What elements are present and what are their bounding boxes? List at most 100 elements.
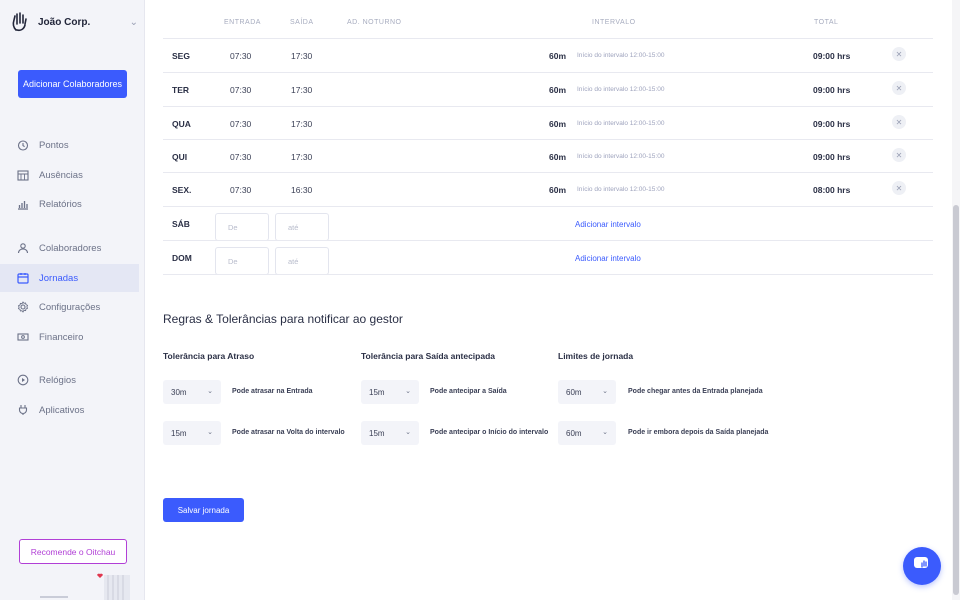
sidebar-item-label: Aplicativos (39, 404, 85, 416)
save-schedule-button[interactable]: Salvar jornada (163, 498, 244, 522)
rule-description: Pode atrasar na Volta do intervalo (232, 429, 345, 436)
rule-group-heading: Tolerância para Saída antecipada (361, 351, 496, 361)
chevron-down-icon: ⌄ (405, 429, 411, 436)
calendar-grid-icon (16, 168, 30, 182)
sidebar-item-ausencias[interactable]: Ausências (0, 161, 139, 189)
entry-time[interactable]: 07:30 (230, 119, 251, 129)
select-value: 15m (369, 387, 385, 397)
rule-description: Pode chegar antes da Entrada planejada (628, 388, 763, 395)
chevron-down-icon: ⌄ (602, 388, 608, 395)
sidebar-item-label: Ausências (39, 169, 83, 181)
chevron-down-icon: ⌄ (207, 429, 213, 436)
sidebar-item-pontos[interactable]: Pontos (0, 131, 139, 159)
table-row[interactable]: QUA 07:30 17:30 60m Início do intervalo … (163, 106, 933, 140)
hand-logo-icon (10, 11, 30, 33)
company-switcher[interactable]: João Corp. ⌄ (10, 10, 138, 34)
sidebar-item-label: Relógios (39, 374, 76, 386)
add-interval-link[interactable]: Adicionar intervalo (575, 220, 641, 229)
scrollbar-thumb[interactable] (953, 205, 959, 595)
company-name: João Corp. (38, 16, 91, 28)
sidebar-item-jornadas[interactable]: Jornadas (0, 264, 139, 292)
break-window: Início do intervalo 12:00-15:00 (577, 153, 665, 160)
close-icon[interactable]: ✕ (892, 115, 906, 129)
total-hours: 09:00 hrs (813, 51, 851, 61)
arrive-early-select[interactable]: 60m ⌄ (558, 380, 616, 404)
chevron-down-icon[interactable]: ⌄ (130, 17, 138, 28)
start-time-input[interactable]: De (215, 213, 269, 241)
calendar-icon (16, 271, 30, 285)
table-row-empty[interactable]: DOM De até Adicionar intervalo (163, 240, 933, 275)
table-row-empty[interactable]: SÁB De até Adicionar intervalo (163, 206, 933, 241)
sidebar-item-aplicativos[interactable]: Aplicativos (0, 396, 139, 424)
sidebar-item-label: Jornadas (39, 272, 79, 284)
table-row[interactable]: TER 07:30 17:30 60m Início do intervalo … (163, 72, 933, 106)
close-icon[interactable]: ✕ (892, 148, 906, 162)
sidebar-item-colaboradores[interactable]: Colaboradores (0, 234, 139, 262)
late-entry-select[interactable]: 30m ⌄ (163, 380, 221, 404)
users-icon (16, 241, 30, 255)
sidebar-item-label: Colaboradores (39, 242, 102, 254)
break-window: Início do intervalo 12:00-15:00 (577, 52, 665, 59)
late-return-select[interactable]: 15m ⌄ (163, 421, 221, 445)
select-value: 60m (566, 428, 582, 438)
sidebar-item-relatorios[interactable]: Relatórios (0, 190, 139, 218)
select-value: 30m (171, 387, 187, 397)
total-hours: 08:00 hrs (813, 185, 851, 195)
sidebar-item-relogios[interactable]: Relógios (0, 366, 139, 394)
table-row[interactable]: QUI 07:30 17:30 60m Início do intervalo … (163, 139, 933, 173)
exit-time[interactable]: 17:30 (291, 51, 312, 61)
add-interval-link[interactable]: Adicionar intervalo (575, 254, 641, 263)
add-employees-button[interactable]: Adicionar Colaboradores (18, 70, 127, 98)
exit-time[interactable]: 17:30 (291, 119, 312, 129)
exit-time[interactable]: 17:30 (291, 85, 312, 95)
day-label: SEX. (172, 185, 192, 195)
early-break-select[interactable]: 15m ⌄ (361, 421, 419, 445)
gear-icon (16, 300, 30, 314)
table-row[interactable]: SEG 07:30 17:30 60m Início do intervalo … (163, 38, 933, 72)
break-duration: 60m (549, 185, 567, 195)
select-value: 15m (369, 428, 385, 438)
chat-launcher-button[interactable] (903, 547, 941, 585)
exit-time[interactable]: 17:30 (291, 152, 312, 162)
select-value: 60m (566, 387, 582, 397)
sidebar-item-label: Relatórios (39, 198, 82, 210)
early-exit-select[interactable]: 15m ⌄ (361, 380, 419, 404)
chart-icon (16, 197, 30, 211)
recommend-button[interactable]: Recomende o Oitchau (19, 539, 127, 564)
chat-icon (912, 554, 932, 579)
money-icon (16, 330, 30, 344)
exit-time[interactable]: 16:30 (291, 185, 312, 195)
close-icon[interactable]: ✕ (892, 81, 906, 95)
entry-time[interactable]: 07:30 (230, 51, 251, 61)
main-content: ENTRADA SAÍDA AD. NOTURNO INTERVALO TOTA… (146, 0, 952, 600)
divider (163, 274, 933, 275)
break-window: Início do intervalo 12:00-15:00 (577, 120, 665, 127)
illustration-image (30, 572, 134, 600)
play-circle-icon (16, 373, 30, 387)
rule-description: Pode ir embora depois da Saída planejada (628, 429, 769, 436)
break-duration: 60m (549, 51, 567, 61)
start-time-input[interactable]: De (215, 247, 269, 275)
day-label: SEG (172, 51, 190, 61)
entry-time[interactable]: 07:30 (230, 85, 251, 95)
close-icon[interactable]: ✕ (892, 47, 906, 61)
rule-description: Pode antecipar a Saída (430, 388, 507, 395)
entry-time[interactable]: 07:30 (230, 152, 251, 162)
table-row[interactable]: SEX. 07:30 16:30 60m Início do intervalo… (163, 172, 933, 206)
day-label: SÁB (172, 219, 190, 229)
break-duration: 60m (549, 85, 567, 95)
column-header-intervalo: INTERVALO (592, 19, 636, 26)
select-value: 15m (171, 428, 187, 438)
leave-late-select[interactable]: 60m ⌄ (558, 421, 616, 445)
entry-time[interactable]: 07:30 (230, 185, 251, 195)
end-time-input[interactable]: até (275, 247, 329, 275)
break-window: Início do intervalo 12:00-15:00 (577, 86, 665, 93)
column-header-total: TOTAL (814, 19, 839, 26)
end-time-input[interactable]: até (275, 213, 329, 241)
close-icon[interactable]: ✕ (892, 181, 906, 195)
sidebar-item-financeiro[interactable]: Financeiro (0, 323, 139, 351)
day-label: TER (172, 85, 189, 95)
rule-group-heading: Limites de jornada (558, 351, 634, 361)
sidebar-item-configuracoes[interactable]: Configurações (0, 293, 139, 321)
rules-section-title: Regras & Tolerâncias para notificar ao g… (163, 312, 403, 326)
